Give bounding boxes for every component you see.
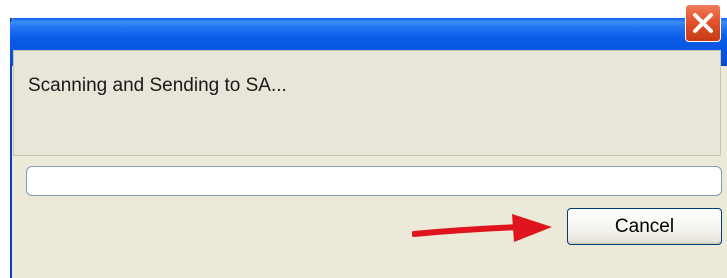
cancel-button[interactable]: Cancel: [567, 208, 722, 245]
close-button[interactable]: [685, 4, 721, 42]
status-text: Scanning and Sending to SA...: [28, 75, 287, 96]
close-icon: [693, 13, 713, 33]
progress-bar: [26, 166, 722, 196]
red-arrow-icon: [412, 214, 552, 242]
status-panel: [13, 50, 721, 156]
